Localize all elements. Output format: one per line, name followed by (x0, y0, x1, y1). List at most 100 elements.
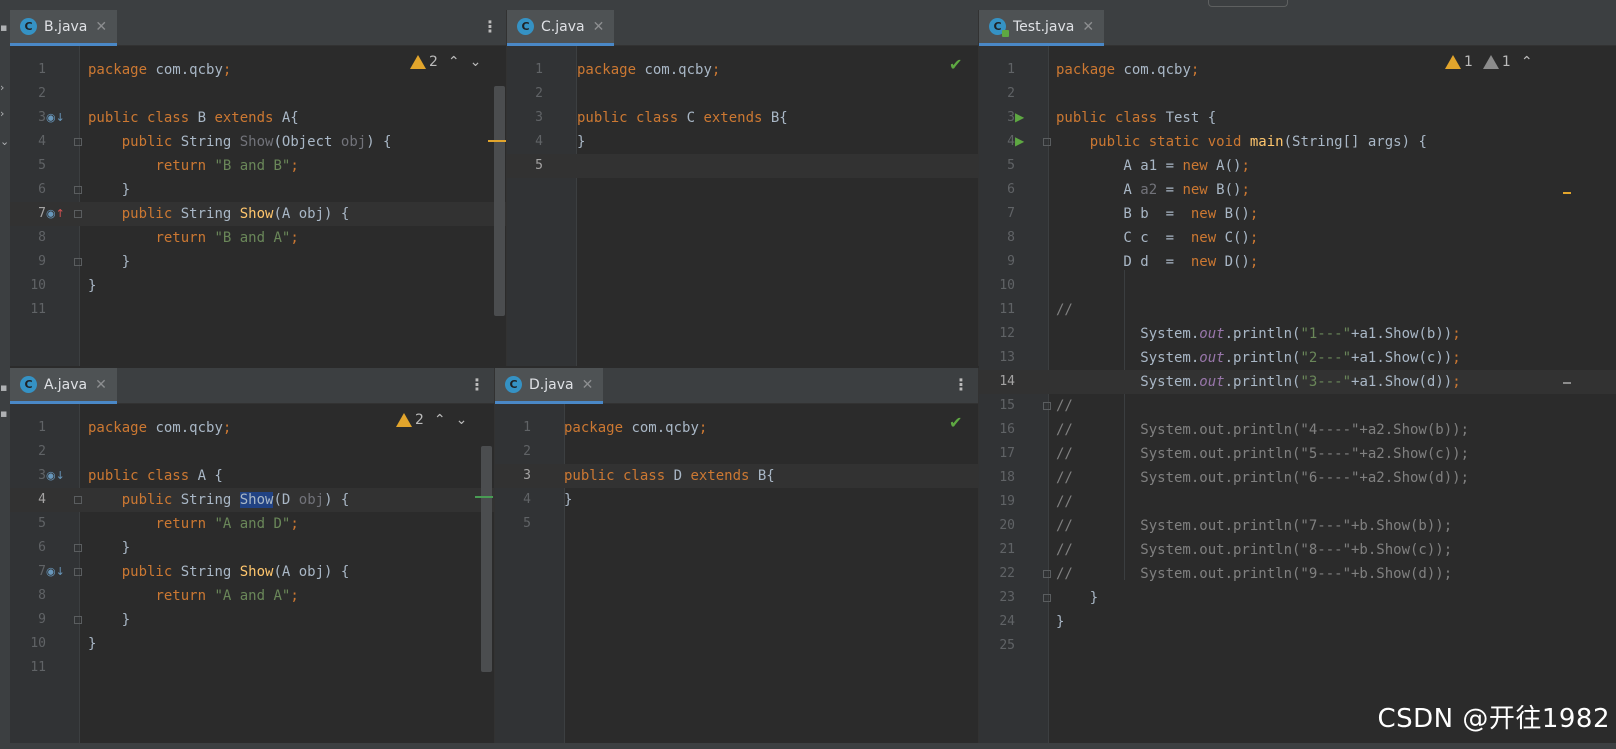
line-number[interactable]: 25 (979, 634, 1015, 658)
line-number[interactable]: 19 (979, 490, 1015, 514)
code-line[interactable]: 2 (507, 82, 978, 106)
fold-marker-icon[interactable] (74, 258, 82, 266)
code-area[interactable]: 1 package com.qcby; 2 3 public class C exten… (507, 46, 978, 366)
line-number[interactable]: 2 (507, 82, 543, 106)
line-number[interactable]: 20 (979, 514, 1015, 538)
code-text[interactable]: A a2 = new B(); (1056, 178, 1249, 202)
tool-window-icon[interactable]: ▪ (0, 408, 10, 420)
code-text[interactable]: public class B extends A{ (88, 106, 299, 130)
code-text[interactable]: package com.qcby; (577, 58, 720, 82)
line-number[interactable]: 5 (10, 154, 46, 178)
more-options-icon[interactable]: ⋮ (482, 19, 498, 35)
code-text[interactable]: } (1056, 610, 1064, 634)
line-number[interactable]: 6 (979, 178, 1015, 202)
code-text[interactable]: // System.out.println("7---"+b.Show(b)); (1056, 514, 1452, 538)
code-line[interactable]: 14 System.out.println("3---"+a1.Show(d))… (979, 370, 1616, 394)
code-text[interactable]: public String Show(Object obj) { (88, 130, 392, 154)
line-number[interactable]: 16 (979, 418, 1015, 442)
code-line[interactable]: 1 package com.qcby; (979, 58, 1616, 82)
code-line[interactable]: 10} (10, 274, 506, 298)
code-text[interactable]: package com.qcby; (1056, 58, 1199, 82)
line-number[interactable]: 3 (507, 106, 543, 130)
code-line[interactable]: 1 package com.qcby; (495, 416, 978, 440)
line-number[interactable]: 9 (10, 608, 46, 632)
code-line[interactable]: 6 } (10, 178, 506, 202)
code-line[interactable]: 21 // System.out.println("8---"+b.Show(c)… (979, 538, 1616, 562)
code-text[interactable]: } (577, 130, 585, 154)
code-text[interactable]: // System.out.println("5----"+a2.Show(c)… (1056, 442, 1469, 466)
code-text[interactable]: public String Show(D obj) { (88, 488, 349, 512)
code-line[interactable]: 10} (10, 632, 494, 656)
code-text[interactable]: // (1056, 394, 1073, 418)
fold-marker-icon[interactable] (1043, 594, 1051, 602)
tool-window-icon[interactable]: ▪ (0, 382, 10, 394)
code-line[interactable]: 8 return "A and A"; (10, 584, 494, 608)
code-area[interactable]: 1 package com.qcby; 2 3 public class A {4 pu… (10, 404, 494, 743)
code-line[interactable]: 3 public class C extends B{ (507, 106, 978, 130)
code-line[interactable]: 3 public class D extends B{ (495, 464, 978, 488)
line-number[interactable]: 5 (507, 154, 543, 178)
line-number[interactable]: 14 (979, 370, 1015, 394)
code-line[interactable]: 13 System.out.println("2---"+a1.Show(c))… (979, 346, 1616, 370)
code-text[interactable]: package com.qcby; (564, 416, 707, 440)
line-number[interactable]: 21 (979, 538, 1015, 562)
fold-marker-icon[interactable] (74, 616, 82, 624)
scrollbar-thumb[interactable] (481, 446, 492, 672)
line-number[interactable]: 1 (495, 416, 531, 440)
fold-marker-icon[interactable] (74, 544, 82, 552)
code-line[interactable]: 20 // System.out.println("7---"+b.Show(b)… (979, 514, 1616, 538)
implemented-icon[interactable]: ◉↓ (46, 566, 65, 577)
code-line[interactable]: 2 (495, 440, 978, 464)
code-area[interactable]: 1 package com.qcby; 2 3 public class Test {4… (979, 46, 1616, 743)
code-text[interactable]: } (1056, 586, 1098, 610)
line-number[interactable]: 11 (979, 298, 1015, 322)
code-text[interactable]: package com.qcby; (88, 58, 231, 82)
line-number[interactable]: 5 (979, 154, 1015, 178)
line-number[interactable]: 24 (979, 610, 1015, 634)
tab-c-java[interactable]: C C.java ✕ (507, 10, 615, 46)
code-text[interactable]: } (88, 632, 96, 656)
fold-marker-icon[interactable] (1043, 570, 1051, 578)
scrollbar-thumb[interactable] (494, 86, 505, 316)
line-number[interactable]: 6 (10, 178, 46, 202)
line-number[interactable]: 10 (10, 632, 46, 656)
line-number[interactable]: 17 (979, 442, 1015, 466)
line-number[interactable]: 15 (979, 394, 1015, 418)
expand-arrow-icon[interactable]: › (0, 108, 10, 120)
chevron-down-icon[interactable]: ⌄ (0, 136, 10, 148)
line-number[interactable]: 4 (10, 488, 46, 512)
fold-marker-icon[interactable] (74, 210, 82, 218)
line-number[interactable]: 8 (979, 226, 1015, 250)
tab-b-java[interactable]: C B.java ✕ (10, 10, 118, 46)
line-number[interactable]: 18 (979, 466, 1015, 490)
code-text[interactable]: public class A { (88, 464, 223, 488)
code-line[interactable]: 17 // System.out.println("5----"+a2.Show(… (979, 442, 1616, 466)
code-line[interactable]: 5 return "B and B"; (10, 154, 506, 178)
code-line[interactable]: 9 } (10, 608, 494, 632)
line-number[interactable]: 3 (495, 464, 531, 488)
more-options-icon[interactable]: ⋮ (469, 377, 485, 393)
line-number[interactable]: 7 (10, 560, 46, 584)
implemented-icon[interactable]: ◉↓ (46, 470, 65, 481)
code-line[interactable]: 25 (979, 634, 1616, 658)
line-number[interactable]: 9 (979, 250, 1015, 274)
line-number[interactable]: 6 (10, 536, 46, 560)
code-line[interactable]: 4} (495, 488, 978, 512)
code-text[interactable]: return "A and A"; (88, 584, 298, 608)
code-text[interactable]: public String Show(A obj) { (88, 560, 350, 584)
code-line[interactable]: 23 } (979, 586, 1616, 610)
implemented-icon[interactable]: ◉↓ (46, 112, 65, 123)
code-text[interactable]: System.out.println("1---"+a1.Show(b)); (1056, 322, 1460, 346)
code-line[interactable]: 2 (10, 82, 506, 106)
code-line[interactable]: 7 B b = new B(); (979, 202, 1616, 226)
caret-stripe[interactable] (1563, 382, 1571, 384)
close-icon[interactable]: ✕ (1082, 19, 1094, 35)
line-number[interactable]: 5 (495, 512, 531, 536)
code-line[interactable]: 7 public String Show(A obj) { (10, 202, 506, 226)
fold-marker-icon[interactable] (74, 138, 82, 146)
code-text[interactable]: // (1056, 490, 1073, 514)
code-line[interactable]: 1 package com.qcby; (10, 416, 494, 440)
code-line[interactable]: 3 public class B extends A{ (10, 106, 506, 130)
code-line[interactable]: 2 (10, 440, 494, 464)
code-line[interactable]: 4 public String Show(D obj) { (10, 488, 494, 512)
